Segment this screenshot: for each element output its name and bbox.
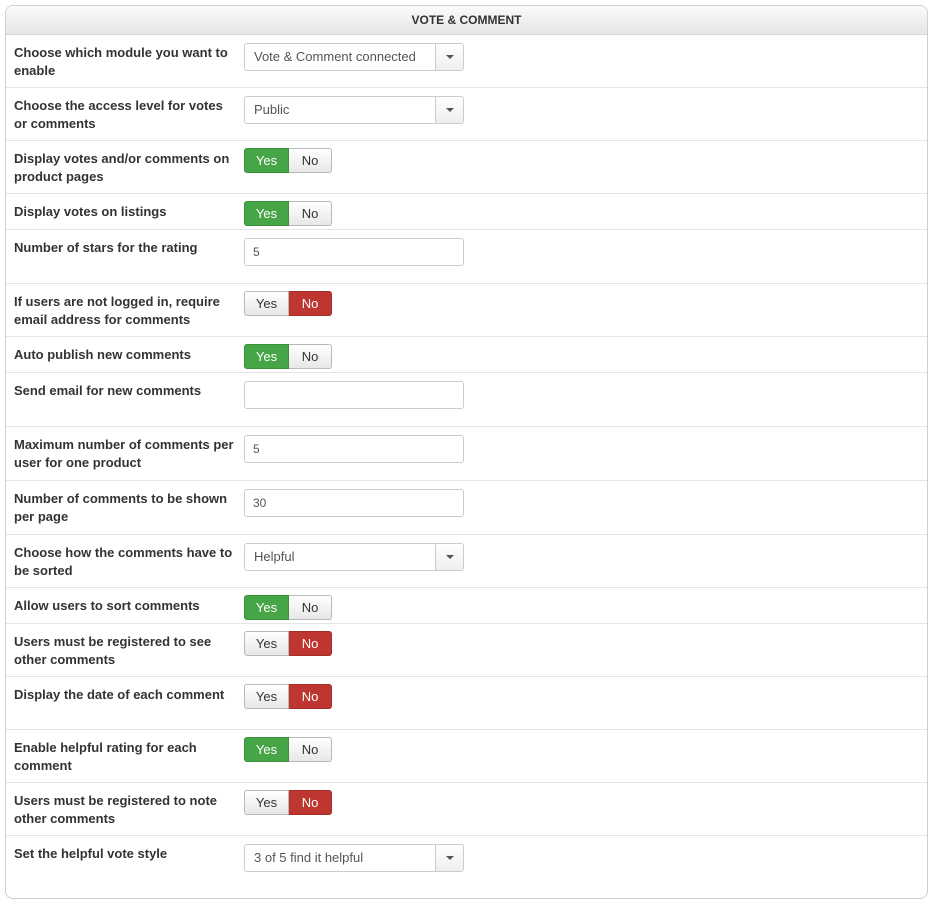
allow-sort-label: Allow users to sort comments	[14, 598, 200, 613]
stars-input[interactable]: 5	[244, 238, 464, 266]
registered-note-toggle[interactable]: Yes No	[244, 790, 332, 815]
sort-order-dropdown-toggle[interactable]	[435, 544, 463, 570]
row-vote-style: Set the helpful vote style 3 of 5 find i…	[6, 836, 927, 890]
registered-note-label: Users must be registered to note other c…	[14, 793, 217, 826]
registered-note-no-button[interactable]: No	[289, 790, 332, 815]
module-select[interactable]: Vote & Comment connected	[244, 43, 464, 71]
sort-order-select-value: Helpful	[254, 549, 295, 564]
display-product-no-button[interactable]: No	[289, 148, 332, 173]
registered-note-yes-button[interactable]: Yes	[244, 790, 289, 815]
registered-see-yes-button[interactable]: Yes	[244, 631, 289, 656]
row-max-comments: Maximum number of comments per user for …	[6, 427, 927, 481]
row-display-listings: Display votes on listings Yes No	[6, 194, 927, 230]
chevron-down-icon	[446, 108, 454, 112]
vote-style-dropdown-toggle[interactable]	[435, 845, 463, 871]
display-date-yes-button[interactable]: Yes	[244, 684, 289, 709]
display-listings-label: Display votes on listings	[14, 204, 167, 219]
chevron-down-icon	[446, 856, 454, 860]
row-access: Choose the access level for votes or com…	[6, 88, 927, 141]
display-product-label: Display votes and/or comments on product…	[14, 151, 230, 184]
max-comments-label: Maximum number of comments per user for …	[14, 437, 234, 470]
row-per-page: Number of comments to be shown per page …	[6, 481, 927, 535]
send-email-input[interactable]	[244, 381, 464, 409]
require-email-yes-button[interactable]: Yes	[244, 291, 289, 316]
auto-publish-label: Auto publish new comments	[14, 347, 191, 362]
display-listings-toggle[interactable]: Yes No	[244, 201, 332, 226]
vote-style-label: Set the helpful vote style	[14, 846, 168, 861]
allow-sort-yes-button[interactable]: Yes	[244, 595, 289, 620]
row-module: Choose which module you want to enable V…	[6, 35, 927, 88]
display-listings-no-button[interactable]: No	[289, 201, 332, 226]
helpful-rating-no-button[interactable]: No	[289, 737, 332, 762]
max-comments-input[interactable]: 5	[244, 435, 464, 463]
module-dropdown-toggle[interactable]	[435, 44, 463, 70]
send-email-label: Send email for new comments	[14, 383, 202, 398]
access-label: Choose the access level for votes or com…	[14, 98, 223, 131]
row-registered-see: Users must be registered to see other co…	[6, 624, 927, 677]
row-send-email: Send email for new comments	[6, 373, 927, 427]
registered-see-label: Users must be registered to see other co…	[14, 634, 212, 667]
row-helpful-rating: Enable helpful rating for each comment Y…	[6, 730, 927, 783]
registered-see-no-button[interactable]: No	[289, 631, 332, 656]
display-product-toggle[interactable]: Yes No	[244, 148, 332, 173]
registered-see-toggle[interactable]: Yes No	[244, 631, 332, 656]
require-email-toggle[interactable]: Yes No	[244, 291, 332, 316]
chevron-down-icon	[446, 555, 454, 559]
row-require-email: If users are not logged in, require emai…	[6, 284, 927, 337]
display-listings-yes-button[interactable]: Yes	[244, 201, 289, 226]
allow-sort-toggle[interactable]: Yes No	[244, 595, 332, 620]
auto-publish-toggle[interactable]: Yes No	[244, 344, 332, 369]
helpful-rating-yes-button[interactable]: Yes	[244, 737, 289, 762]
row-display-date: Display the date of each comment Yes No	[6, 677, 927, 730]
display-date-no-button[interactable]: No	[289, 684, 332, 709]
module-label: Choose which module you want to enable	[14, 45, 228, 78]
vote-style-select-value: 3 of 5 find it helpful	[254, 850, 364, 865]
access-dropdown-toggle[interactable]	[435, 97, 463, 123]
module-select-value: Vote & Comment connected	[254, 49, 416, 64]
access-select[interactable]: Public	[244, 96, 464, 124]
per-page-label: Number of comments to be shown per page	[14, 491, 228, 524]
stars-label: Number of stars for the rating	[14, 240, 198, 255]
panel-title: VOTE & COMMENT	[6, 6, 927, 35]
row-registered-note: Users must be registered to note other c…	[6, 783, 927, 836]
row-display-product: Display votes and/or comments on product…	[6, 141, 927, 194]
sort-order-label: Choose how the comments have to be sorte…	[14, 545, 233, 578]
chevron-down-icon	[446, 55, 454, 59]
auto-publish-yes-button[interactable]: Yes	[244, 344, 289, 369]
row-allow-sort: Allow users to sort comments Yes No	[6, 588, 927, 624]
row-sort-order: Choose how the comments have to be sorte…	[6, 535, 927, 588]
helpful-rating-label: Enable helpful rating for each comment	[14, 740, 197, 773]
display-date-toggle[interactable]: Yes No	[244, 684, 332, 709]
auto-publish-no-button[interactable]: No	[289, 344, 332, 369]
require-email-label: If users are not logged in, require emai…	[14, 294, 220, 327]
sort-order-select[interactable]: Helpful	[244, 543, 464, 571]
vote-style-select[interactable]: 3 of 5 find it helpful	[244, 844, 464, 872]
helpful-rating-toggle[interactable]: Yes No	[244, 737, 332, 762]
row-auto-publish: Auto publish new comments Yes No	[6, 337, 927, 373]
vote-comment-panel: VOTE & COMMENT Choose which module you w…	[5, 5, 928, 899]
per-page-input[interactable]: 30	[244, 489, 464, 517]
row-stars: Number of stars for the rating 5	[6, 230, 927, 284]
allow-sort-no-button[interactable]: No	[289, 595, 332, 620]
access-select-value: Public	[254, 102, 290, 117]
display-date-label: Display the date of each comment	[14, 687, 225, 702]
display-product-yes-button[interactable]: Yes	[244, 148, 289, 173]
require-email-no-button[interactable]: No	[289, 291, 332, 316]
